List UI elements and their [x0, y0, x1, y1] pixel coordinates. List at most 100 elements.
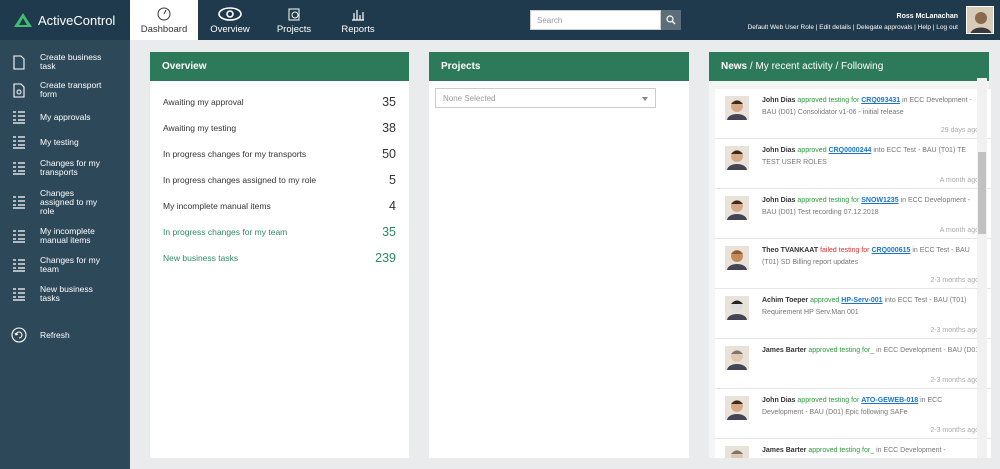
app-logo[interactable]: ActiveControl	[0, 0, 130, 40]
sidebar-item-create-business-task[interactable]: Create business task	[0, 52, 112, 72]
user-links[interactable]: Default Web User Role | Edit details | D…	[748, 22, 958, 33]
tab-reports[interactable]: Reports	[326, 0, 390, 40]
row-label: Awaiting my testing	[163, 123, 237, 133]
row-value: 5	[389, 173, 396, 187]
news-item: Theo TVANKAAT failed testing for CRQ0006…	[715, 239, 991, 289]
news-user[interactable]: James Barter	[762, 347, 806, 354]
avatar[interactable]	[725, 346, 749, 370]
row-label: In progress changes for my transports	[163, 149, 307, 159]
news-user[interactable]: Theo TVANKAAT	[762, 247, 818, 254]
news-ref-link: _	[870, 447, 875, 454]
row-value: 239	[375, 251, 396, 265]
gauge-icon	[157, 7, 171, 21]
sidebar-item-my-incomplete-manual-items[interactable]: My incomplete manual items	[0, 226, 108, 246]
overview-row[interactable]: In progress changes for my transports 50	[150, 141, 409, 167]
tab-projects[interactable]: Projects	[262, 0, 326, 40]
avatar[interactable]	[725, 396, 749, 420]
overview-row[interactable]: In progress changes for my team 35	[150, 219, 409, 245]
news-text: Achim Toeper approved HP-Serv-001 into E…	[762, 295, 982, 319]
news-user[interactable]: John Dias	[762, 97, 795, 104]
news-text: John Dias approved testing for SNOW1235 …	[762, 195, 982, 219]
sidebar-item-label: Changes for my team	[40, 255, 100, 274]
sidebar-item-changes-for-my-transports[interactable]: Changes for my transports	[0, 158, 112, 178]
tab-label: Dashboard	[140, 24, 188, 35]
search-button[interactable]	[661, 10, 681, 30]
news-ref-link: _	[870, 347, 875, 354]
news-user[interactable]: John Dias	[762, 147, 795, 154]
news-scrollbar[interactable]	[977, 78, 987, 458]
row-label: In progress changes for my team	[163, 227, 288, 237]
list-icon	[11, 286, 27, 302]
news-text: James Barter approved testing for_ in EC…	[762, 345, 982, 357]
avatar[interactable]	[725, 296, 749, 320]
tab-dashboard[interactable]: Dashboard	[130, 0, 198, 40]
avatar[interactable]	[725, 196, 749, 220]
tab-overview[interactable]: Overview	[198, 0, 262, 40]
user-name: Ross McLanachan	[896, 13, 958, 20]
list-icon	[11, 194, 27, 210]
news-item: John Dias approved CRQ0000244 into ECC T…	[715, 139, 991, 189]
scroll-thumb[interactable]	[978, 152, 986, 234]
user-photo	[967, 7, 993, 33]
news-time: 2-3 months ago	[930, 377, 979, 384]
avatar[interactable]	[725, 146, 749, 170]
overview-row[interactable]: Awaiting my approval 35	[150, 89, 409, 115]
list-icon	[11, 228, 27, 244]
avatar[interactable]	[966, 6, 994, 34]
news-time: 2-3 months ago	[930, 277, 979, 284]
sidebar-item-refresh[interactable]: Refresh	[0, 326, 70, 344]
projects-select[interactable]: None Selected	[435, 88, 656, 108]
overview-row[interactable]: Awaiting my testing 38	[150, 115, 409, 141]
avatar[interactable]	[725, 246, 749, 270]
sidebar-item-label: My testing	[40, 136, 79, 147]
logo-icon	[14, 13, 32, 27]
news-user[interactable]: James Barter	[762, 447, 806, 454]
sidebar-item-changes-assigned-to-my-role[interactable]: Changes assigned to my role	[0, 187, 108, 217]
top-bar: ActiveControl Dashboard Overview Project…	[0, 0, 1000, 40]
list-icon	[11, 257, 27, 273]
overview-panel: Overview Awaiting my approval 35 Awaiting…	[150, 52, 409, 458]
news-item: James Barter approved testing for_ in EC…	[715, 339, 991, 389]
overview-row[interactable]: My incomplete manual items 4	[150, 193, 409, 219]
sidebar-item-my-approvals[interactable]: My approvals	[0, 109, 91, 125]
row-value: 35	[382, 95, 396, 109]
overview-row[interactable]: In progress changes assigned to my role 5	[150, 167, 409, 193]
sidebar-item-changes-for-my-team[interactable]: Changes for my team	[0, 255, 112, 275]
news-text: John Dias approved CRQ0000244 into ECC T…	[762, 145, 982, 169]
news-ref-link[interactable]: CRQ0000244	[829, 147, 872, 154]
news-ref-link[interactable]: ATO-GEWEB-018	[861, 397, 918, 404]
news-ref-link[interactable]: SNOW1235	[861, 197, 898, 204]
news-time: A month ago	[939, 227, 979, 234]
search-icon	[666, 15, 676, 25]
news-user[interactable]: John Dias	[762, 397, 795, 404]
sidebar-item-label: Create business task	[40, 52, 102, 71]
overview-row[interactable]: New business tasks 239	[150, 245, 409, 271]
sidebar-item-new-business-tasks[interactable]: New business tasks	[0, 284, 108, 304]
news-text: John Dias approved testing for ATO-GEWEB…	[762, 395, 982, 419]
row-label: New business tasks	[163, 253, 239, 263]
news-ref-link[interactable]: CRQ093431	[861, 97, 900, 104]
row-value: 38	[382, 121, 396, 135]
news-action: approved testing for	[808, 347, 871, 354]
news-item: Achim Toeper approved HP-Serv-001 into E…	[715, 289, 991, 339]
projects-header: Projects	[429, 52, 689, 81]
sidebar-item-label: Changes for my transports	[40, 158, 100, 177]
news-item: John Dias approved testing for SNOW1235 …	[715, 189, 991, 239]
avatar[interactable]	[725, 446, 749, 458]
news-user[interactable]: Achim Toeper	[762, 297, 808, 304]
sidebar-item-create-transport-form[interactable]: Create transport form	[0, 80, 112, 100]
avatar[interactable]	[725, 96, 749, 120]
news-title[interactable]: News	[721, 61, 747, 72]
news-user[interactable]: John Dias	[762, 197, 795, 204]
news-tabs[interactable]: / My recent activity / Following	[747, 61, 883, 72]
search-input[interactable]: Search	[530, 10, 661, 30]
news-ref-link[interactable]: HP-Serv-001	[841, 297, 882, 304]
news-panel: News / My recent activity / Following Jo…	[709, 52, 991, 458]
news-ref-link[interactable]: CRQ000615	[871, 247, 910, 254]
user-info: Ross McLanachan Default Web User Role | …	[748, 11, 958, 33]
news-action: approved	[810, 297, 840, 304]
select-value: None Selected	[443, 94, 496, 103]
list-icon	[11, 134, 27, 150]
sidebar-item-my-testing[interactable]: My testing	[0, 134, 79, 150]
row-label: My incomplete manual items	[163, 201, 271, 211]
